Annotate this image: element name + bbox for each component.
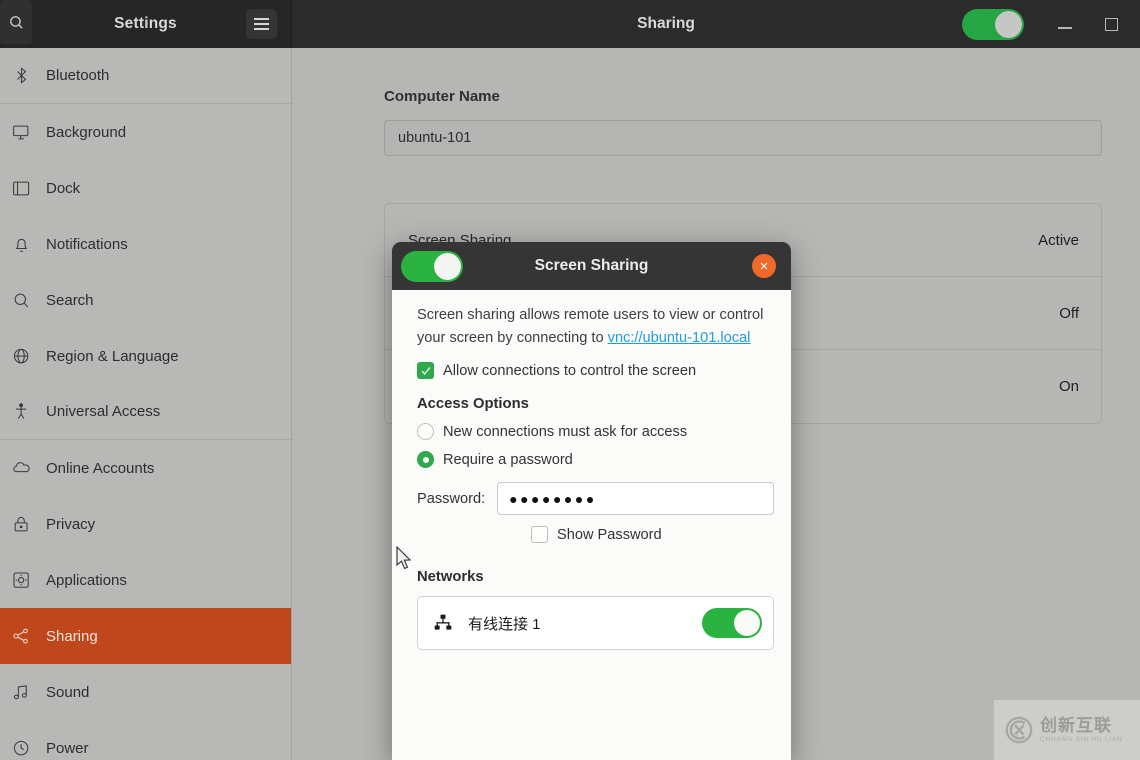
settings-sidebar[interactable]: Bluetooth Background Dock Notifications … <box>0 48 292 760</box>
music-note-icon <box>10 681 32 703</box>
minimize-button[interactable] <box>1044 4 1086 44</box>
sidebar-item-universal-access[interactable]: Universal Access <box>0 384 291 440</box>
dialog-titlebar: Screen Sharing <box>392 242 791 290</box>
network-name: 有线连接 1 <box>468 615 541 633</box>
sidebar-item-label: Privacy <box>46 515 96 533</box>
radio-new-connections-label: New connections must ask for access <box>443 423 688 440</box>
password-label: Password: <box>417 490 486 507</box>
row-value: Off <box>1059 304 1079 322</box>
window-controls <box>962 0 1132 48</box>
gear-square-icon <box>10 569 32 591</box>
sidebar-item-label: Bluetooth <box>46 67 110 84</box>
sidebar-item-sharing[interactable]: Sharing <box>0 608 291 664</box>
mouse-cursor <box>396 545 414 572</box>
sidebar-item-label: Universal Access <box>46 403 161 420</box>
share-nodes-icon <box>10 625 32 647</box>
dialog-description: Screen sharing allows remote users to vi… <box>417 304 769 350</box>
sidebar-item-label: Dock <box>46 179 81 197</box>
radio-new-connections[interactable] <box>417 423 434 440</box>
screen-root: Settings Sharing Bluetooth Background Do… <box>0 0 1140 760</box>
network-list-item[interactable]: 有线连接 1 <box>417 596 774 650</box>
screen-sharing-dialog: Screen Sharing Screen sharing allows rem… <box>392 242 791 760</box>
sidebar-item-label: Search <box>46 291 94 309</box>
dock-icon <box>10 177 32 199</box>
sidebar-item-bluetooth[interactable]: Bluetooth <box>0 48 291 104</box>
watermark: 创新互联 CHUANG XIN HU LIAN <box>994 700 1140 760</box>
vnc-link[interactable]: vnc://ubuntu-101.local <box>608 330 751 346</box>
sidebar-item-label: Online Accounts <box>46 459 155 477</box>
bell-icon <box>10 233 32 255</box>
watermark-en: CHUANG XIN HU LIAN <box>1040 735 1123 743</box>
sidebar-item-region-language[interactable]: Region & Language <box>0 328 291 384</box>
sidebar-item-background[interactable]: Background <box>0 104 291 160</box>
sidebar-item-privacy[interactable]: Privacy <box>0 496 291 552</box>
search-icon <box>10 289 32 311</box>
sharing-master-toggle[interactable] <box>962 8 1024 40</box>
password-input[interactable]: ●●●●●●●● <box>497 482 774 515</box>
cloud-icon <box>10 457 32 479</box>
allow-control-checkbox[interactable] <box>417 362 434 379</box>
sidebar-item-label: Background <box>46 123 127 141</box>
allow-control-label: Allow connections to control the screen <box>443 362 697 379</box>
globe-icon <box>10 345 32 367</box>
dialog-body: Screen sharing allows remote users to vi… <box>392 290 791 760</box>
sidebar-item-search[interactable]: Search <box>0 272 291 328</box>
sidebar-item-power[interactable]: Power <box>0 720 291 760</box>
sidebar-item-label: Applications <box>46 571 127 589</box>
computer-name-input[interactable]: ubuntu-101 <box>384 120 1102 156</box>
sidebar-item-sound[interactable]: Sound <box>0 664 291 720</box>
radio-require-password[interactable] <box>417 451 434 468</box>
window-titlebar: Settings Sharing <box>0 0 1140 48</box>
sidebar-item-label: Notifications <box>46 235 128 253</box>
watermark-cn: 创新互联 <box>1040 715 1112 735</box>
maximize-button[interactable] <box>1090 4 1132 44</box>
computer-name-heading: Computer Name <box>384 88 500 105</box>
wired-network-icon <box>433 613 453 633</box>
sidebar-item-online-accounts[interactable]: Online Accounts <box>0 440 291 496</box>
show-password-row[interactable]: Show Password <box>531 526 774 543</box>
show-password-checkbox[interactable] <box>531 526 548 543</box>
access-options-heading: Access Options <box>417 396 529 412</box>
screen-sharing-toggle[interactable] <box>401 250 463 282</box>
sidebar-item-notifications[interactable]: Notifications <box>0 216 291 272</box>
accessibility-icon <box>10 401 32 423</box>
bluetooth-icon <box>10 65 32 87</box>
allow-control-checkbox-row[interactable]: Allow connections to control the screen <box>417 362 774 379</box>
monitor-icon <box>10 121 32 143</box>
sidebar-item-label: Sound <box>46 683 90 701</box>
networks-heading: Networks <box>417 569 484 585</box>
power-clock-icon <box>10 737 32 759</box>
titlebar-main-section: Sharing <box>292 0 1140 48</box>
sidebar-item-label: Region & Language <box>46 347 179 365</box>
watermark-logo-icon <box>1004 715 1034 745</box>
sidebar-item-label: Power <box>46 739 89 757</box>
network-toggle[interactable] <box>702 608 762 638</box>
watermark-text: 创新互联 CHUANG XIN HU LIAN <box>1040 717 1123 744</box>
close-icon[interactable] <box>752 254 776 278</box>
sidebar-item-dock[interactable]: Dock <box>0 160 291 216</box>
sidebar-item-label: Sharing <box>46 627 98 645</box>
sidebar-item-applications[interactable]: Applications <box>0 552 291 608</box>
row-value: Active <box>1038 231 1079 249</box>
lock-icon <box>10 513 32 535</box>
radio-require-password-label: Require a password <box>443 451 573 468</box>
radio-require-password-row[interactable]: Require a password <box>417 451 774 468</box>
row-value: On <box>1058 378 1079 395</box>
password-row: Password: ●●●●●●●● <box>417 482 774 515</box>
app-title: Settings <box>114 15 177 32</box>
search-icon[interactable] <box>0 0 32 44</box>
show-password-label: Show Password <box>557 526 662 543</box>
radio-new-connections-row[interactable]: New connections must ask for access <box>417 423 774 440</box>
